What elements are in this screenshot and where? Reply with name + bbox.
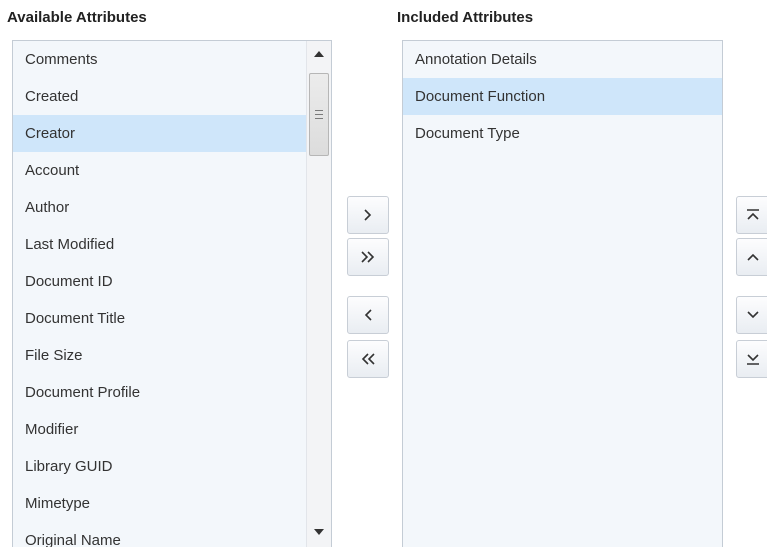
available-item-library-guid[interactable]: Library GUID	[13, 448, 307, 485]
available-item-original-name[interactable]: Original Name	[13, 522, 307, 547]
available-item-account[interactable]: Account	[13, 152, 307, 189]
move-down-button[interactable]	[736, 296, 767, 334]
included-item-document-type[interactable]: Document Type	[403, 115, 722, 152]
available-list-scrollbar[interactable]	[306, 41, 331, 547]
move-left-button[interactable]	[347, 296, 389, 334]
double-chevron-left-icon	[360, 352, 376, 366]
available-attributes-list[interactable]: Comments Created Creator Account Author …	[12, 40, 332, 547]
scroll-up-arrow-icon[interactable]	[307, 43, 331, 67]
available-item-file-size[interactable]: File Size	[13, 337, 307, 374]
chevron-up-icon	[746, 250, 760, 264]
included-item-document-function[interactable]: Document Function	[403, 78, 722, 115]
available-item-document-id[interactable]: Document ID	[13, 263, 307, 300]
move-to-top-button[interactable]	[736, 196, 767, 234]
move-to-bottom-button[interactable]	[736, 340, 767, 378]
available-item-comments[interactable]: Comments	[13, 41, 307, 78]
scroll-grip-icon	[315, 110, 323, 120]
scroll-thumb[interactable]	[309, 73, 329, 156]
available-item-last-modified[interactable]: Last Modified	[13, 226, 307, 263]
chevron-down-icon	[746, 308, 760, 322]
available-item-creator[interactable]: Creator	[13, 115, 307, 152]
move-to-bottom-icon	[746, 352, 760, 366]
move-to-top-icon	[746, 208, 760, 222]
chevron-left-icon	[363, 308, 373, 322]
available-item-created[interactable]: Created	[13, 78, 307, 115]
included-attributes-heading: Included Attributes	[397, 9, 534, 26]
available-item-modifier[interactable]: Modifier	[13, 411, 307, 448]
available-item-author[interactable]: Author	[13, 189, 307, 226]
move-all-right-button[interactable]	[347, 238, 389, 276]
included-item-annotation-details[interactable]: Annotation Details	[403, 41, 722, 78]
move-right-button[interactable]	[347, 196, 389, 234]
available-items: Comments Created Creator Account Author …	[13, 41, 307, 547]
included-attributes-list[interactable]: Annotation Details Document Function Doc…	[402, 40, 723, 547]
move-all-left-button[interactable]	[347, 340, 389, 378]
move-up-button[interactable]	[736, 238, 767, 276]
double-chevron-right-icon	[360, 250, 376, 264]
scroll-down-arrow-icon[interactable]	[307, 521, 331, 545]
chevron-right-icon	[363, 208, 373, 222]
available-item-mimetype[interactable]: Mimetype	[13, 485, 307, 522]
available-attributes-heading: Available Attributes	[7, 9, 147, 26]
available-item-document-title[interactable]: Document Title	[13, 300, 307, 337]
available-item-document-profile[interactable]: Document Profile	[13, 374, 307, 411]
